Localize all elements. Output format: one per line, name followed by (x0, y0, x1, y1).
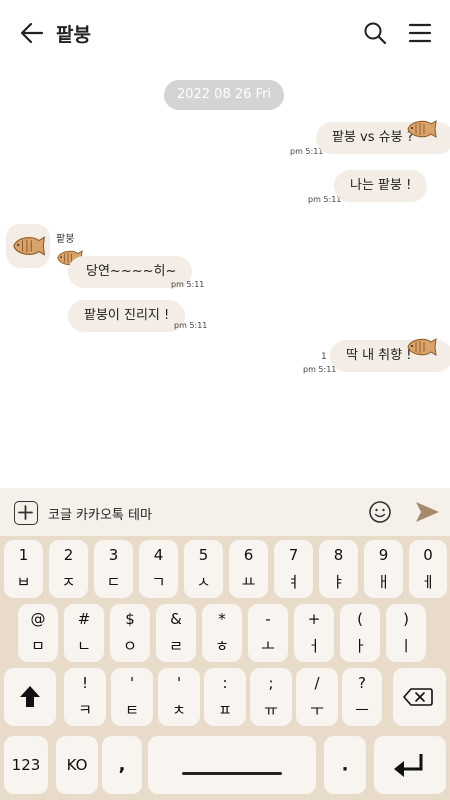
chat-area[interactable]: 2022 08 26 Fri pm 5:11 팥붕 vs 슈붕 ? pm 5:1… (0, 64, 450, 488)
search-button[interactable] (362, 20, 388, 46)
message-bubble[interactable]: 나는 팥붕 ! (334, 170, 428, 202)
key[interactable]: -ㅗ (248, 604, 288, 662)
unread-count: 1 (321, 352, 327, 362)
key[interactable]: 9ㅐ (364, 540, 403, 598)
message-text: 팥붕이 진리지 ! (84, 308, 170, 323)
space-bar-indicator (182, 772, 282, 775)
enter-key[interactable] (374, 736, 446, 794)
message-text: 나는 팥붕 ! (350, 178, 412, 193)
sender-name: 팥붕 (56, 234, 75, 245)
taiyaki-icon (407, 338, 437, 356)
key[interactable]: (ㅏ (340, 604, 380, 662)
back-button[interactable] (18, 20, 46, 46)
key[interactable]: @ ㅁ (18, 604, 58, 662)
message-text: 당연~~~~히~ (86, 264, 177, 279)
key[interactable]: 7ㅕ (274, 540, 313, 598)
key[interactable]: 3ㄷ (94, 540, 133, 598)
message-time: pm 5:11 (171, 280, 205, 289)
key[interactable]: $ ㅇ (110, 604, 150, 662)
key[interactable]: * ㅎ (202, 604, 242, 662)
search-icon (364, 22, 387, 45)
key[interactable]: 5ㅅ (184, 540, 223, 598)
taiyaki-icon (407, 120, 437, 138)
send-button[interactable] (414, 500, 440, 524)
key[interactable]: 0ㅔ (409, 540, 447, 598)
plus-icon (18, 505, 33, 520)
key[interactable]: ) ㅣ (386, 604, 426, 662)
message-input[interactable]: 코글 카카오톡 테마 (48, 504, 152, 523)
backspace-key[interactable] (393, 668, 446, 726)
back-arrow-icon (20, 22, 44, 44)
message-bubble[interactable]: 팥붕이 진리지 ! (68, 300, 186, 332)
avatar[interactable] (6, 224, 50, 268)
key[interactable]: & ㄹ (156, 604, 196, 662)
emoji-button[interactable] (368, 500, 392, 524)
numbers-key[interactable]: 123 (4, 736, 48, 794)
message-text: 딱 내 취향 ! (346, 348, 412, 363)
message-time: pm 5:11 (303, 365, 337, 374)
chat-title: 팥붕 (56, 24, 91, 46)
message-text: 팥붕 vs 슈붕 ? (332, 130, 414, 145)
comma-key[interactable]: , (102, 736, 142, 794)
key[interactable]: 2ㅈ (49, 540, 88, 598)
enter-icon (394, 754, 423, 777)
attach-button[interactable] (14, 501, 38, 525)
key[interactable]: # ㄴ (64, 604, 104, 662)
app-header: 팥붕 (0, 0, 450, 64)
message-input-bar: 코글 카카오톡 테마 (0, 488, 450, 536)
key[interactable]: ? ㅡ (342, 668, 382, 726)
key[interactable]: ; ㅠ (250, 668, 292, 726)
space-key[interactable] (148, 736, 316, 794)
message-time: pm 5:11 (308, 195, 342, 204)
key[interactable]: 6ㅛ (229, 540, 268, 598)
key[interactable]: 4ㄱ (139, 540, 178, 598)
key[interactable]: + ㅓ (294, 604, 334, 662)
key[interactable]: :ㅍ (204, 668, 246, 726)
key[interactable]: ! ㅋ (64, 668, 106, 726)
shift-icon (20, 686, 40, 707)
message-time: pm 5:11 (174, 321, 208, 330)
date-divider: 2022 08 26 Fri (164, 80, 284, 110)
menu-button[interactable] (406, 20, 434, 46)
send-icon (416, 502, 439, 522)
emoji-icon (369, 501, 391, 523)
key[interactable]: ' ㅌ (111, 668, 153, 726)
menu-icon (408, 23, 432, 43)
key[interactable]: 8ㅑ (319, 540, 358, 598)
keyboard: 1ㅂ 2ㅈ 3ㄷ 4ㄱ 5ㅅ 6ㅛ 7ㅕ 8ㅑ 9ㅐ 0ㅔ @ ㅁ # ㄴ $ ㅇ &… (0, 536, 450, 800)
message-time: pm 5:11 (290, 147, 324, 156)
language-key[interactable]: KO (56, 736, 98, 794)
key[interactable]: ' ㅊ (158, 668, 200, 726)
taiyaki-icon (13, 236, 46, 256)
key[interactable]: / ㅜ (296, 668, 338, 726)
backspace-icon (403, 688, 433, 706)
shift-key[interactable] (4, 668, 56, 726)
period-key[interactable]: . (324, 736, 366, 794)
key[interactable]: 1ㅂ (4, 540, 43, 598)
